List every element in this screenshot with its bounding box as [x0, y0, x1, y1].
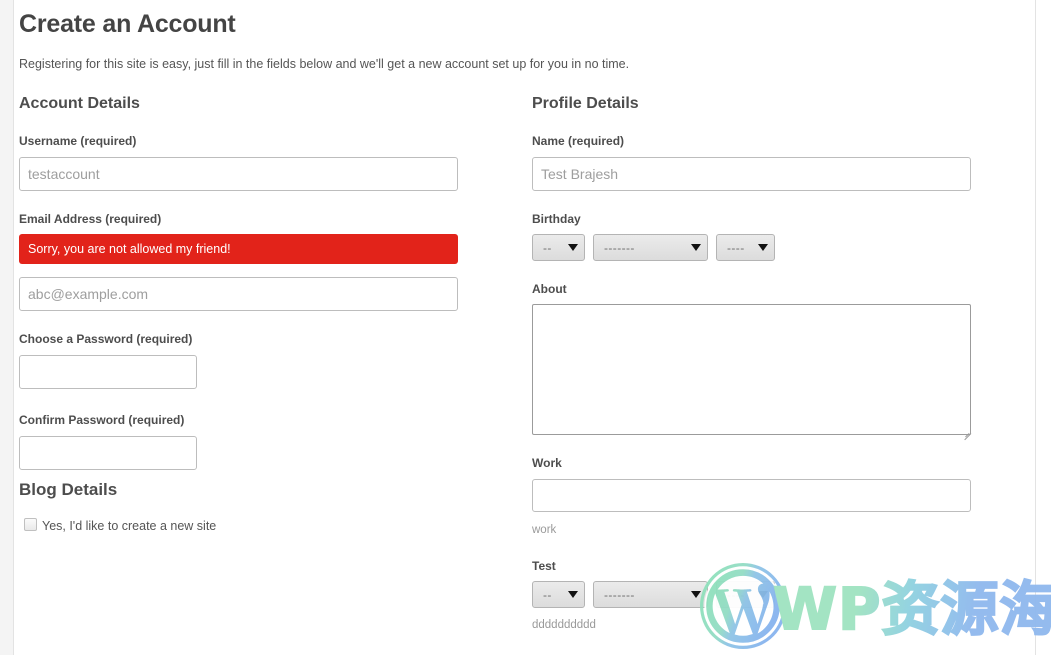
label-birthday: Birthday — [532, 212, 581, 226]
page-right-gutter — [1036, 0, 1051, 655]
page-intro-text: Registering for this site is easy, just … — [19, 57, 630, 71]
password-input[interactable] — [19, 355, 197, 389]
label-email-address: Email Address (required) — [19, 212, 162, 226]
about-textarea[interactable] — [532, 304, 971, 435]
registration-page: Create an Account Registering for this s… — [0, 0, 1051, 655]
test-year-value: ---- — [727, 587, 745, 602]
page-title: Create an Account — [19, 10, 236, 38]
birthday-month-value: ------- — [604, 240, 635, 255]
create-new-site-checkbox[interactable] — [24, 518, 37, 531]
test-day-select[interactable]: -- — [532, 581, 585, 608]
section-title-profile-details: Profile Details — [532, 95, 639, 112]
section-title-blog-details: Blog Details — [19, 480, 118, 499]
birthday-year-select[interactable]: ---- — [716, 234, 775, 261]
label-choose-password: Choose a Password (required) — [19, 332, 193, 346]
section-title-account-details: Account Details — [19, 95, 140, 112]
work-help-text: work — [532, 524, 557, 536]
chevron-down-icon — [568, 244, 578, 251]
email-error-banner: Sorry, you are not allowed my friend! — [19, 234, 458, 264]
test-help-text: dddddddddd — [532, 619, 596, 631]
chevron-down-icon — [691, 591, 701, 598]
birthday-month-select[interactable]: ------- — [593, 234, 708, 261]
label-confirm-password: Confirm Password (required) — [19, 413, 185, 427]
test-day-value: -- — [543, 587, 552, 602]
label-test: Test — [532, 559, 556, 573]
test-month-value: ------- — [604, 587, 635, 602]
birthday-day-select[interactable]: -- — [532, 234, 585, 261]
confirm-password-input[interactable] — [19, 436, 197, 470]
create-new-site-label[interactable]: Yes, I'd like to create a new site — [42, 519, 216, 533]
chevron-down-icon — [758, 591, 768, 598]
birthday-day-value: -- — [543, 240, 552, 255]
chevron-down-icon — [568, 591, 578, 598]
label-name: Name (required) — [532, 134, 625, 148]
label-work: Work — [532, 456, 562, 470]
test-year-select[interactable]: ---- — [716, 581, 775, 608]
email-input[interactable] — [19, 277, 458, 311]
birthday-year-value: ---- — [727, 240, 745, 255]
chevron-down-icon — [691, 244, 701, 251]
username-input[interactable] — [19, 157, 458, 191]
chevron-down-icon — [758, 244, 768, 251]
label-about: About — [532, 282, 567, 296]
label-username: Username (required) — [19, 134, 137, 148]
name-input[interactable] — [532, 157, 971, 191]
work-input[interactable] — [532, 479, 971, 512]
test-month-select[interactable]: ------- — [593, 581, 708, 608]
